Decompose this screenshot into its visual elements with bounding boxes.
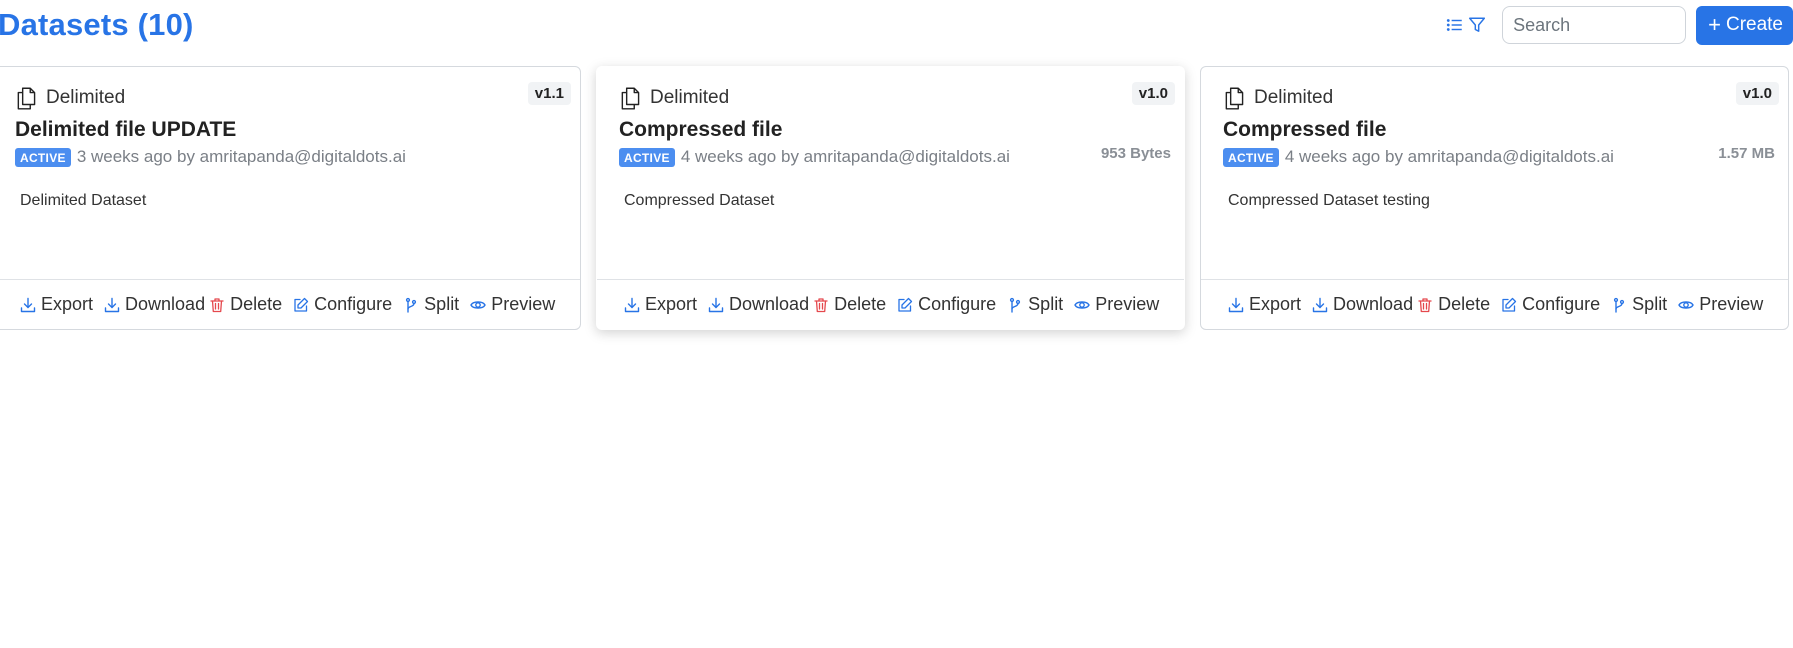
dataset-type: Delimited [14,85,125,111]
dataset-title[interactable]: Compressed file [1223,118,1386,142]
edit-icon [294,297,309,312]
download-icon [104,297,120,312]
dataset-title[interactable]: Delimited file UPDATE [15,118,236,142]
eye-icon [1074,300,1090,309]
eye-icon [470,300,486,309]
branch-icon [406,297,417,313]
search-input[interactable] [1502,6,1687,44]
dataset-meta-text: 3 weeks ago by amritapanda@digitaldots.a… [76,147,406,166]
version-badge: v1.1 [527,82,571,105]
branch-icon [1614,297,1625,313]
card-actions: Export Download Delete Configure Split P… [597,279,1184,329]
dataset-meta: ACTIVE 4 weeks ago by amritapanda@digita… [619,147,1010,167]
dataset-meta-text: 4 weeks ago by amritapanda@digitaldots.a… [680,147,1010,166]
create-label: Create [1725,14,1783,35]
dataset-type-label: Delimited [650,87,730,108]
card-actions: Export Download Delete Configure Split P… [1201,279,1788,329]
dataset-title[interactable]: Compressed file [619,118,782,142]
dataset-type-label: Delimited [46,87,126,108]
status-badge: ACTIVE [15,147,71,167]
download-icon [1312,297,1328,312]
export-button[interactable]: Export [624,294,697,315]
toolbar: + Create [1444,4,1793,46]
preview-button[interactable]: Preview [1074,294,1159,315]
file-size: 1.57 MB [1718,145,1775,162]
download-button[interactable]: Download [1312,294,1413,315]
create-button[interactable]: + Create [1696,5,1793,45]
export-icon [20,297,36,312]
export-button[interactable]: Export [20,294,93,315]
export-icon [1228,297,1244,312]
dataset-meta: ACTIVE 3 weeks ago by amritapanda@digita… [15,147,406,167]
files-icon [621,87,640,110]
branch-icon [1010,297,1021,313]
card-actions: Export Download Delete Configure Split P… [0,279,580,329]
edit-icon [898,297,913,312]
split-button[interactable]: Split [1611,294,1667,315]
trash-icon [210,297,224,312]
download-icon [708,297,724,312]
files-icon [17,87,36,110]
status-badge: ACTIVE [1223,147,1279,167]
dataset-type: Delimited [618,85,729,111]
eye-icon [1678,300,1694,309]
files-icon [1225,87,1244,110]
delete-button[interactable]: Delete [1417,294,1490,315]
configure-button[interactable]: Configure [897,294,996,315]
version-badge: v1.0 [1131,82,1175,105]
preview-button[interactable]: Preview [470,294,555,315]
delete-button[interactable]: Delete [209,294,282,315]
dataset-meta-text: 4 weeks ago by amritapanda@digitaldots.a… [1284,147,1614,166]
plus-icon: + [1708,12,1721,37]
dataset-description: Compressed Dataset [624,192,775,209]
dataset-card[interactable]: Delimited v1.0 Compressed file ACTIVE 4 … [596,66,1185,330]
delete-button[interactable]: Delete [813,294,886,315]
file-size: 953 Bytes [1100,145,1171,162]
list-icon[interactable] [1444,14,1466,36]
download-button[interactable]: Download [708,294,809,315]
dataset-card[interactable]: Delimited v1.1 Delimited file UPDATE ACT… [0,66,581,330]
dataset-description: Compressed Dataset testing [1228,192,1430,209]
configure-button[interactable]: Configure [293,294,392,315]
export-icon [624,297,640,312]
page-title: Datasets (10) [0,7,194,42]
status-badge: ACTIVE [619,147,675,167]
configure-button[interactable]: Configure [1501,294,1600,315]
dataset-description: Delimited Dataset [20,192,147,209]
download-button[interactable]: Download [104,294,205,315]
export-button[interactable]: Export [1228,294,1301,315]
dataset-meta: ACTIVE 4 weeks ago by amritapanda@digita… [1223,147,1614,167]
preview-button[interactable]: Preview [1678,294,1763,315]
filter-icon[interactable] [1466,14,1488,36]
split-button[interactable]: Split [1007,294,1063,315]
dataset-type-label: Delimited [1254,87,1334,108]
dataset-card-list: Delimited v1.1 Delimited file UPDATE ACT… [0,66,1789,330]
version-badge: v1.0 [1735,82,1779,105]
split-button[interactable]: Split [403,294,459,315]
dataset-type: Delimited [1222,85,1333,111]
trash-icon [814,297,828,312]
edit-icon [1502,297,1517,312]
trash-icon [1418,297,1432,312]
dataset-card[interactable]: Delimited v1.0 Compressed file ACTIVE 4 … [1200,66,1789,330]
